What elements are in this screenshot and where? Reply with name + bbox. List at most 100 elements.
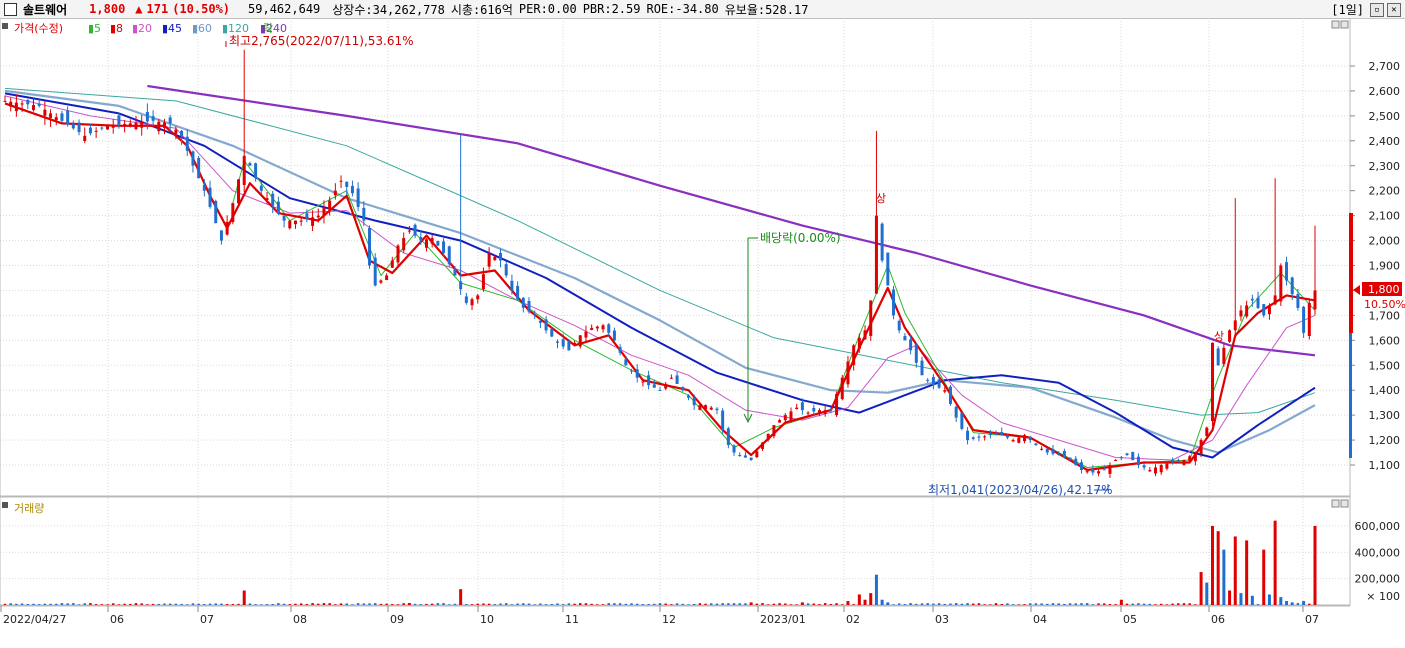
candle-body [128,123,132,126]
date-axis: 2022/04/27 06 07 08 09 10 11 12 2023/01 02 03 04 05 0… [0,605,1350,626]
y-tick-label: 2,400 [1369,135,1401,148]
candle-body [117,115,121,125]
x-tick-label: 04 [1033,613,1047,626]
candle-body [698,405,702,410]
volume-bar [767,604,770,605]
restore-window-button[interactable]: ▫ [1370,2,1384,17]
candle-body [1279,265,1283,302]
candle-body [60,113,64,121]
volume-bar [442,603,445,605]
candle-body [857,337,861,349]
candle-body [1108,465,1112,474]
candle-body [533,314,537,316]
candle-body [254,163,258,179]
candle-body [590,327,594,330]
volume-bar [248,603,252,605]
candle-body [54,117,58,121]
candle-body [829,409,833,411]
candle-body [487,253,491,267]
select-checkbox[interactable] [4,2,17,16]
volume-pane-maximize-button[interactable] [1340,499,1349,508]
pane-maximize-button[interactable] [1340,20,1349,29]
volume-bar [857,594,861,605]
low-annotation: 최저1,041(2023/04/26),42.17% [928,483,1113,497]
volume-pane-minimize-button[interactable] [1331,499,1340,508]
period-selector[interactable]: [1일] [1331,1,1364,18]
volume-bar [954,603,958,605]
candle-body [920,360,924,376]
candle-body [510,280,514,291]
candle-body [1136,456,1140,465]
candle-body [1125,453,1129,456]
candle-body [595,326,599,329]
volume-bar [909,603,912,605]
candle-body [197,157,201,179]
candle-body [322,208,326,217]
volume-bar [94,604,98,605]
candle-body [9,101,13,107]
candle-body [248,163,252,166]
volume-bar [1188,603,1191,605]
close-window-button[interactable]: ✕ [1387,2,1401,17]
candle-body [1159,465,1163,473]
y-tick-label: 2,000 [1369,235,1401,248]
y-tick-label: 2,300 [1369,160,1401,173]
x-tick-label: 09 [390,613,404,626]
volume-bar [351,604,354,605]
volume-bar [9,603,12,605]
candle-body [1040,448,1044,450]
candle-body [1051,449,1055,454]
volume-bar [596,604,599,605]
candle-body [385,275,389,281]
volume-bar [516,603,519,605]
candle-body [1245,305,1249,317]
candle-body [1210,342,1214,422]
candle-body [43,109,47,116]
volume-bar [1308,603,1311,605]
volume-bar [43,603,47,605]
candle-body [743,455,747,458]
candle-body [282,215,286,221]
y-tick-label: 1,200 [1369,434,1401,447]
volume-bar [784,603,787,605]
candle-body [817,410,821,413]
volume-bar [465,604,468,605]
volume-legend-box [2,502,8,508]
volume-unit-label: × 100 [1366,590,1400,603]
candle-body [658,390,662,392]
candle-body [601,325,605,330]
pane-minimize-button[interactable] [1331,20,1340,29]
candle-body [316,215,320,218]
volume-bar [1279,597,1283,605]
y-tick-label: 1,300 [1369,409,1401,422]
candle-body [402,238,406,251]
candle-body [225,221,229,235]
volume-bar [721,603,724,605]
volume-bar [448,604,451,605]
y-tick-label: 2,700 [1369,60,1401,73]
volume-bar [749,602,753,605]
price-pointer-icon [1353,285,1360,295]
candle-body [162,122,166,128]
candle-body [692,397,696,406]
candle-body [704,405,708,410]
volume-bar [402,603,405,605]
volume-bar [670,604,673,605]
volume-bar [186,604,189,605]
volume-bar [146,604,149,605]
candle-body [174,129,178,134]
y-tick-label: 1,700 [1369,309,1401,322]
volume-bar [1177,603,1180,605]
volume-bar [459,589,463,605]
volume-bar [960,603,964,605]
candle-body [561,339,565,347]
candle-body [1273,295,1277,305]
market-cap: 시총:616억 [450,2,513,17]
volume-bar [715,603,719,605]
candle-body [647,375,651,386]
volume-bar [755,603,759,605]
y-tick-label: 2,600 [1369,85,1401,98]
listed-shares: 상장수:34,262,778 [332,2,445,17]
candle-body [390,260,394,268]
volume-bar [174,603,178,605]
